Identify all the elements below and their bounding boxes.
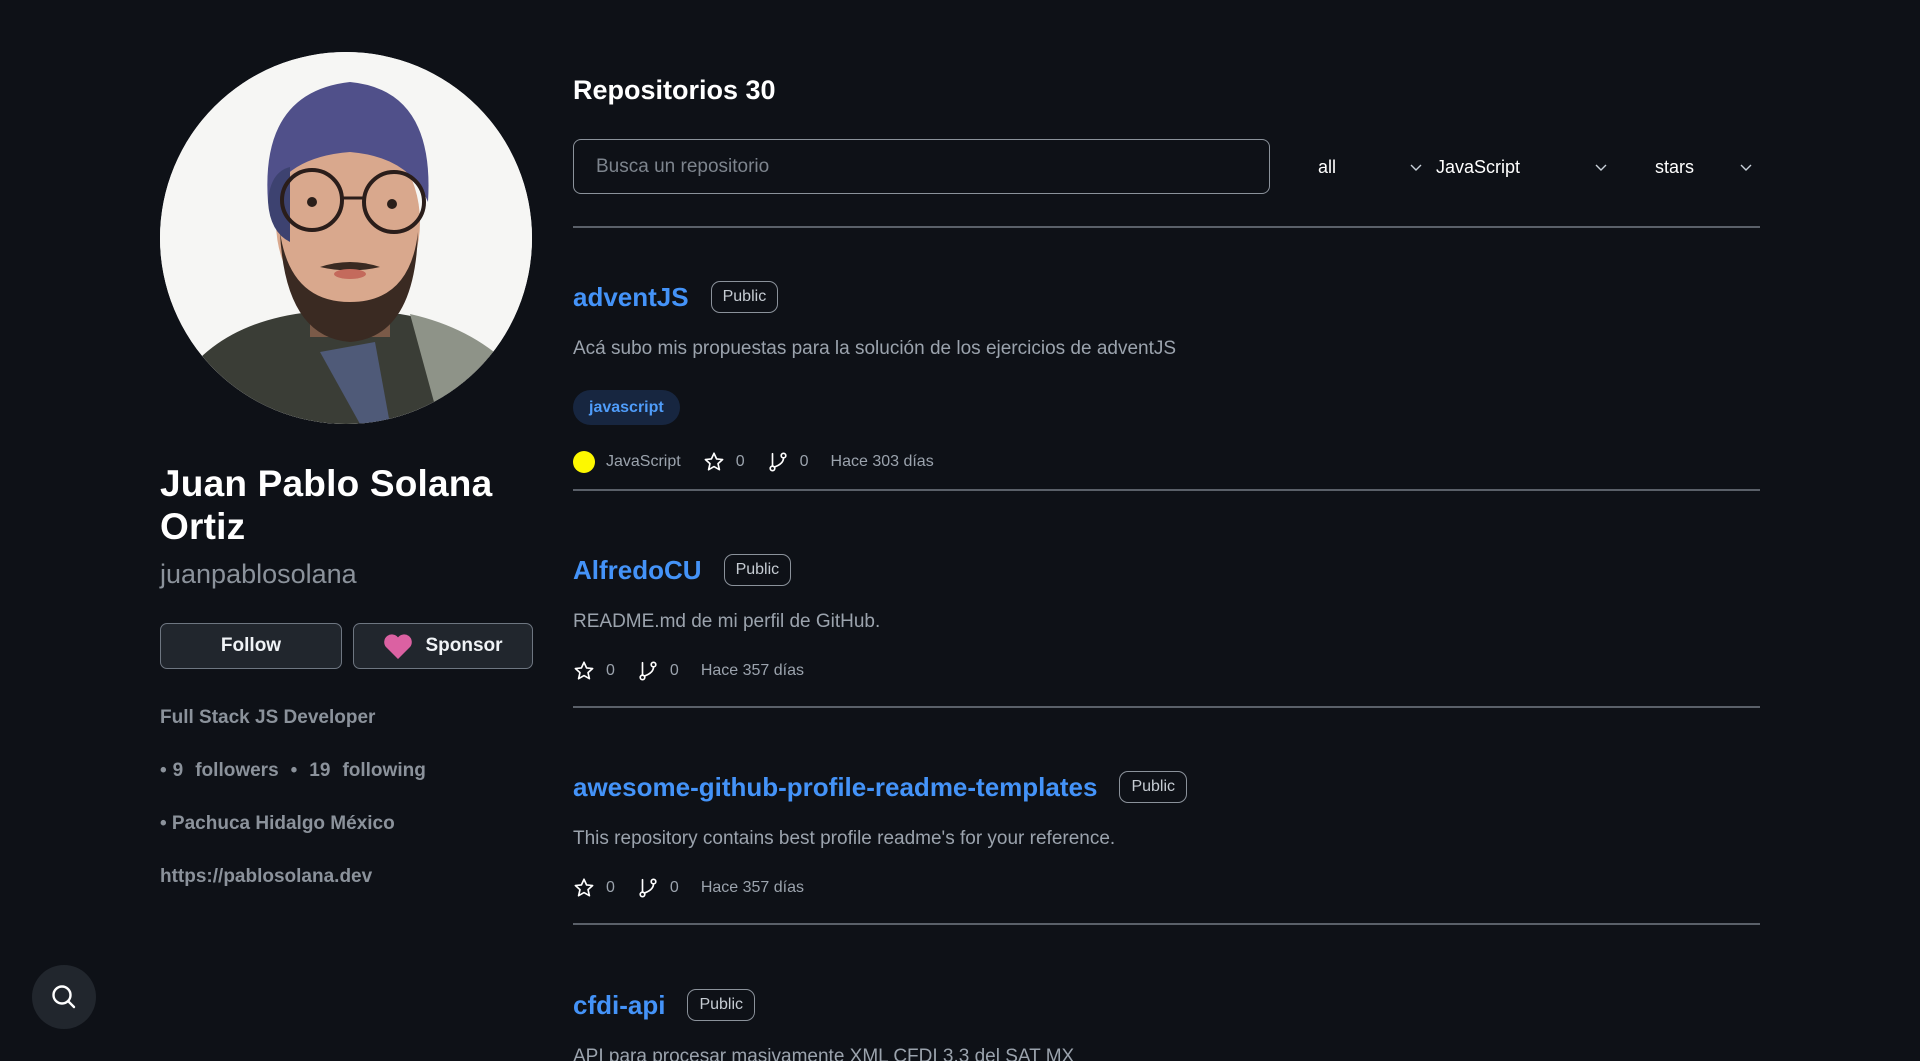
repository-description: This repository contains best profile re… bbox=[573, 828, 1116, 849]
avatar bbox=[160, 52, 532, 424]
search-fab-button[interactable] bbox=[32, 965, 96, 1029]
profile-actions: Follow Sponsor bbox=[160, 623, 535, 669]
profile-sidebar: Juan Pablo Solana Ortiz juanpablosolana … bbox=[160, 52, 535, 889]
sponsor-button[interactable]: Sponsor bbox=[353, 623, 533, 669]
fork-count: 0 bbox=[669, 879, 679, 896]
repository-name-link[interactable]: awesome-github-profile-readme-templates bbox=[573, 772, 1097, 803]
repository-item: cfdi-api Public API para procesar masiva… bbox=[573, 987, 1760, 1061]
divider bbox=[573, 226, 1760, 228]
fork-icon[interactable] bbox=[637, 877, 659, 899]
repository-item: adventJS Public Acá subo mis propuestas … bbox=[573, 279, 1760, 475]
visibility-badge: Public bbox=[1119, 771, 1188, 803]
updated-time: Hace 357 días bbox=[700, 662, 804, 679]
repository-item: awesome-github-profile-readme-templates … bbox=[573, 769, 1760, 901]
language-filter-select[interactable]: JavaScript bbox=[1436, 150, 1608, 184]
fork-count: 0 bbox=[799, 453, 809, 470]
search-icon bbox=[52, 985, 76, 1009]
updated-time: Hace 357 días bbox=[700, 879, 804, 896]
star-icon[interactable] bbox=[573, 877, 595, 899]
fork-icon[interactable] bbox=[767, 451, 789, 473]
avatar-image bbox=[160, 52, 532, 424]
updated-time: Hace 303 días bbox=[830, 453, 934, 470]
sponsor-button-label: Sponsor bbox=[425, 635, 503, 656]
repository-item: AlfredoCU Public README.md de mi perfil … bbox=[573, 552, 1760, 684]
following-label[interactable]: following bbox=[342, 759, 425, 783]
bullet: • bbox=[160, 760, 167, 781]
profile-location: • Pachuca Hidalgo México bbox=[160, 813, 395, 834]
profile-username: juanpablosolana bbox=[160, 559, 357, 589]
repository-description: README.md de mi perfil de GitHub. bbox=[573, 611, 881, 632]
divider bbox=[573, 706, 1760, 708]
follow-button[interactable]: Follow bbox=[160, 623, 342, 669]
topic-tag[interactable]: javascript bbox=[573, 390, 680, 425]
profile-website-link[interactable]: https://pablosolana.dev bbox=[160, 865, 535, 889]
following-count[interactable]: 19 bbox=[309, 759, 330, 783]
profile-bio: Full Stack JS Developer bbox=[160, 707, 376, 728]
repository-description: API para procesar masivamente XML CFDI 3… bbox=[573, 1046, 1075, 1061]
chevron-down-icon bbox=[1595, 164, 1607, 171]
visibility-badge: Public bbox=[723, 554, 792, 586]
visibility-badge: Public bbox=[687, 989, 756, 1021]
star-count: 0 bbox=[735, 453, 745, 470]
divider bbox=[573, 923, 1760, 925]
repository-meta: JavaScript 0 0 Hace 303 días bbox=[573, 449, 1760, 475]
repository-description: Acá subo mis propuestas para la solución… bbox=[573, 338, 1177, 359]
divider bbox=[573, 489, 1760, 491]
star-icon[interactable] bbox=[703, 451, 725, 473]
language-filter-value: JavaScript bbox=[1436, 156, 1521, 177]
follow-button-label: Follow bbox=[220, 635, 282, 656]
profile-full-name: Juan Pablo Solana Ortiz bbox=[160, 463, 493, 547]
sort-filter-select[interactable]: stars bbox=[1655, 150, 1753, 184]
chevron-down-icon bbox=[1740, 164, 1752, 171]
repository-name-link[interactable]: adventJS bbox=[573, 282, 689, 313]
type-filter-select[interactable]: all bbox=[1318, 150, 1423, 184]
star-count: 0 bbox=[606, 879, 615, 896]
heart-icon bbox=[384, 634, 413, 659]
language-color-dot bbox=[573, 451, 595, 473]
repositories-title: Repositorios 30 bbox=[573, 75, 776, 105]
star-count: 0 bbox=[606, 662, 615, 679]
visibility-badge: Public bbox=[710, 281, 779, 313]
bullet: • bbox=[290, 760, 298, 781]
repository-name-link[interactable]: cfdi-api bbox=[573, 990, 665, 1021]
star-icon[interactable] bbox=[573, 660, 595, 682]
fork-count: 0 bbox=[669, 662, 679, 679]
repository-language: JavaScript bbox=[606, 453, 681, 470]
repository-meta: 0 0 Hace 357 días bbox=[573, 875, 1760, 901]
followers-count[interactable]: 9 bbox=[173, 759, 184, 783]
profile-follow-stats: • 9 followers • 19 following bbox=[160, 759, 535, 783]
repository-meta: 0 0 Hace 357 días bbox=[573, 658, 1760, 684]
followers-label[interactable]: followers bbox=[195, 759, 278, 783]
sort-filter-value: stars bbox=[1655, 156, 1695, 177]
chevron-down-icon bbox=[1410, 164, 1422, 171]
repository-search-input[interactable] bbox=[573, 139, 1270, 194]
repository-name-link[interactable]: AlfredoCU bbox=[573, 555, 702, 586]
profile-page: Juan Pablo Solana Ortiz juanpablosolana … bbox=[0, 0, 1920, 1061]
type-filter-value: all bbox=[1318, 156, 1337, 177]
fork-icon[interactable] bbox=[637, 660, 659, 682]
